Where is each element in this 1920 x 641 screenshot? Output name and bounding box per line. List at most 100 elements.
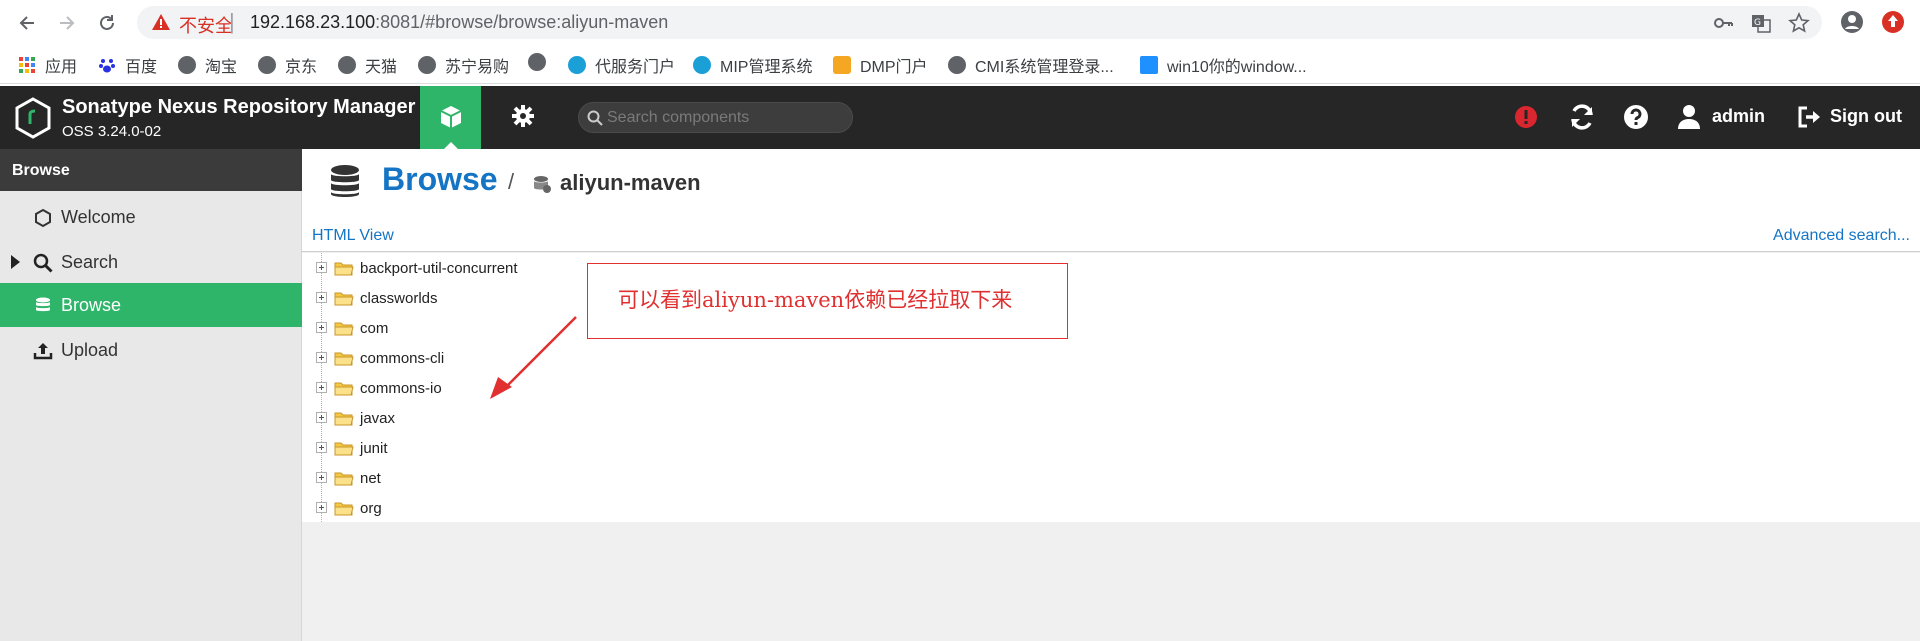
bookmark-star-icon[interactable]: [1788, 12, 1810, 34]
tree-node[interactable]: commons-io: [302, 373, 902, 403]
tree-node[interactable]: javax: [302, 403, 902, 433]
sign-out-button[interactable]: Sign out: [1830, 106, 1902, 127]
sign-out-icon[interactable]: [1795, 103, 1823, 131]
bookmark-label: win10你的window...: [1167, 59, 1307, 76]
admin-mode-button[interactable]: [493, 86, 553, 149]
user-icon[interactable]: [1675, 103, 1703, 131]
sidebar-item-browse[interactable]: Browse: [0, 283, 302, 327]
sidebar-item-search[interactable]: Search: [0, 240, 302, 284]
bookmark-label: 苏宁易购: [445, 59, 510, 76]
tree-node[interactable]: net: [302, 463, 902, 493]
bookmark-label: DMP门户: [860, 59, 928, 76]
user-name[interactable]: admin: [1712, 106, 1765, 127]
globe-icon: [418, 56, 436, 74]
repository-icon: [534, 176, 551, 193]
bookmark-label: 京东: [285, 59, 318, 76]
tree-node[interactable]: junit: [302, 433, 902, 463]
expand-caret-icon[interactable]: [11, 255, 20, 269]
bookmark-mip[interactable]: MIP管理系统: [693, 53, 812, 77]
profile-avatar-icon[interactable]: [1838, 8, 1866, 36]
folder-icon: [334, 472, 354, 486]
bookmark-label: CMI系统管理登录...: [975, 59, 1114, 76]
folder-icon: [334, 502, 354, 516]
bookmark-label: MIP管理系统: [720, 59, 813, 76]
expand-plus-icon[interactable]: [316, 412, 327, 423]
advanced-search-link[interactable]: Advanced search...: [1773, 227, 1910, 245]
bookmark-cmi[interactable]: CMI系统管理登录...: [948, 53, 1114, 77]
bookmark-service-portal[interactable]: 代服务门户: [568, 53, 675, 77]
folder-icon: [334, 352, 354, 366]
browse-toolbar: HTML View Advanced search...: [302, 213, 1920, 252]
database-icon: [331, 165, 359, 197]
globe-icon: [528, 53, 546, 71]
gear-icon: [512, 105, 534, 127]
bookmark-label: 天猫: [365, 59, 398, 76]
globe-icon: [948, 56, 966, 74]
html-view-link[interactable]: HTML View: [312, 227, 394, 245]
sidebar-title: Browse: [0, 149, 302, 191]
warning-icon: [152, 14, 170, 30]
expand-plus-icon[interactable]: [316, 442, 327, 453]
tree-node-label: junit: [360, 440, 388, 457]
translate-icon[interactable]: G: [1750, 12, 1772, 34]
folder-icon: [334, 262, 354, 276]
bookmark-apps[interactable]: 应用: [18, 53, 77, 77]
tree-node-label: org: [360, 500, 382, 517]
search-input[interactable]: [607, 108, 847, 128]
browser-toolbar: 不安全 | 192.168.23.100:8081/#browse/browse…: [0, 0, 1920, 44]
expand-plus-icon[interactable]: [316, 262, 327, 273]
breadcrumb-separator: /: [508, 169, 515, 194]
bookmark-taobao[interactable]: 淘宝: [178, 53, 237, 77]
expand-plus-icon[interactable]: [316, 322, 327, 333]
tree-node-label: backport-util-concurrent: [360, 260, 518, 277]
china-mobile-icon: [693, 56, 711, 74]
bookmark-dmp[interactable]: DMP门户: [833, 53, 928, 77]
bookmark-jd[interactable]: 京东: [258, 53, 317, 77]
expand-plus-icon[interactable]: [316, 472, 327, 483]
update-indicator-icon[interactable]: [1879, 8, 1907, 36]
cube-icon: [440, 106, 462, 128]
reload-button[interactable]: [92, 8, 122, 38]
upload-icon: [33, 343, 53, 360]
back-button[interactable]: [12, 8, 42, 38]
sidebar-item-upload[interactable]: Upload: [0, 328, 302, 372]
bookmark-suning[interactable]: 苏宁易购: [418, 53, 509, 77]
apps-grid-icon: [19, 57, 35, 73]
dmp-icon: [833, 56, 851, 74]
expand-plus-icon[interactable]: [316, 502, 327, 513]
expand-plus-icon[interactable]: [316, 352, 327, 363]
bookmark-baidu[interactable]: 百度: [98, 53, 157, 77]
browse-mode-button[interactable]: [420, 86, 481, 149]
search-icon: [587, 110, 603, 126]
forward-button[interactable]: [52, 8, 82, 38]
reload-icon: [100, 15, 114, 30]
folder-icon: [334, 322, 354, 336]
annotation-text: 可以看到aliyun-maven依赖已经拉取下来: [618, 288, 1013, 312]
folder-icon: [334, 412, 354, 426]
expand-plus-icon[interactable]: [316, 382, 327, 393]
tree-node[interactable]: org: [302, 493, 902, 523]
address-bar[interactable]: 不安全 | 192.168.23.100:8081/#browse/browse…: [137, 6, 1822, 39]
bookmark-unnamed[interactable]: [528, 53, 555, 71]
nexus-logo-icon[interactable]: [14, 97, 52, 139]
bookmark-tmall[interactable]: 天猫: [338, 53, 397, 77]
system-alert-icon[interactable]: [1512, 103, 1540, 131]
folder-icon: [334, 292, 354, 306]
bookmarks-bar: 应用 百度 淘宝 京东 天猫 苏宁易购 代服务门户 MIP管理系统 DMP门户 …: [0, 44, 1920, 84]
tree-node-label: net: [360, 470, 381, 487]
breadcrumb-browse-link[interactable]: Browse: [382, 161, 498, 198]
app-header: Sonatype Nexus Repository Manager OSS 3.…: [0, 86, 1920, 149]
annotation-callout: 可以看到aliyun-maven依赖已经拉取下来: [587, 263, 1068, 339]
sidebar-item-label: Upload: [61, 340, 119, 360]
bookmark-win10[interactable]: win10你的window...: [1140, 53, 1307, 77]
forward-arrow-icon: [60, 16, 75, 30]
bookmark-label: 代服务门户: [595, 59, 676, 76]
sidebar-item-welcome[interactable]: Welcome: [0, 195, 302, 239]
globe-icon: [178, 56, 196, 74]
expand-plus-icon[interactable]: [316, 292, 327, 303]
help-icon[interactable]: [1622, 103, 1650, 131]
key-icon[interactable]: [1712, 12, 1734, 34]
search-components[interactable]: [578, 102, 853, 133]
tree-node[interactable]: commons-cli: [302, 343, 902, 373]
refresh-icon[interactable]: [1568, 103, 1596, 131]
